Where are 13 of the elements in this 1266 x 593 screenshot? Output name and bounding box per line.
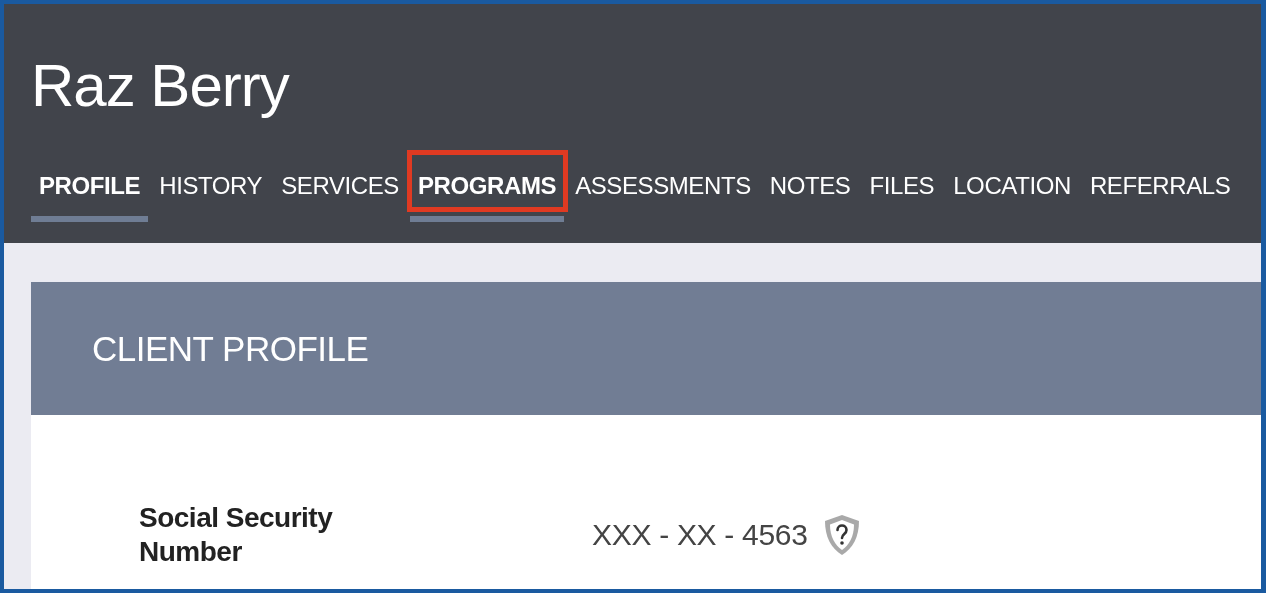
field-label: Social Security Number xyxy=(139,501,334,569)
nav-tab[interactable]: PROGRAMS xyxy=(410,172,565,222)
nav-tab[interactable]: REFERRALS xyxy=(1081,172,1239,222)
nav-tab[interactable]: HISTORY xyxy=(151,172,271,222)
nav-tab[interactable]: LOCATION xyxy=(945,172,1079,222)
nav-tab[interactable]: FILES xyxy=(861,172,943,222)
nav-tab[interactable]: NOTES xyxy=(761,172,859,222)
client-name: Raz Berry xyxy=(31,51,289,121)
card-title: CLIENT PROFILE xyxy=(92,328,369,369)
nav-tab[interactable]: ASSESSMENTS xyxy=(567,172,759,222)
nav-tab[interactable]: SERVICES xyxy=(273,172,407,222)
field-value: XXX - XX - 4563 xyxy=(592,518,808,552)
nav-tab[interactable]: PROFILE xyxy=(31,172,149,222)
